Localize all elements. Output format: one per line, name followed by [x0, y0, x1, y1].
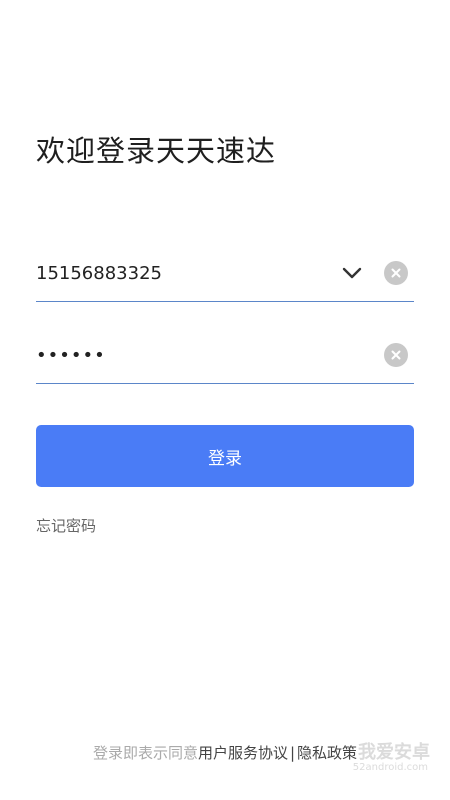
forgot-password-link[interactable]: 忘记密码: [36, 515, 96, 536]
chevron-down-icon[interactable]: [340, 262, 364, 284]
password-field-row: [36, 334, 414, 384]
agreement-separator: |: [289, 744, 296, 762]
password-input[interactable]: [36, 334, 326, 376]
terms-link[interactable]: 用户服务协议: [198, 744, 288, 762]
phone-field-row: [36, 252, 414, 302]
clear-password-icon[interactable]: [384, 343, 408, 367]
agreement-prefix: 登录即表示同意: [92, 744, 198, 762]
page-title: 欢迎登录天天速达: [36, 134, 277, 168]
clear-phone-icon[interactable]: [384, 261, 408, 285]
watermark-site: 52android.com: [352, 762, 428, 773]
login-screen: 欢迎登录天天速达 登录 忘记密码 登录即表示同意用户服务协议|隐私政策: [0, 0, 450, 800]
phone-input[interactable]: [36, 252, 326, 294]
login-button[interactable]: 登录: [36, 425, 414, 487]
privacy-link[interactable]: 隐私政策: [297, 744, 357, 762]
agreement-text: 登录即表示同意用户服务协议 | 隐私政策: [0, 742, 450, 763]
